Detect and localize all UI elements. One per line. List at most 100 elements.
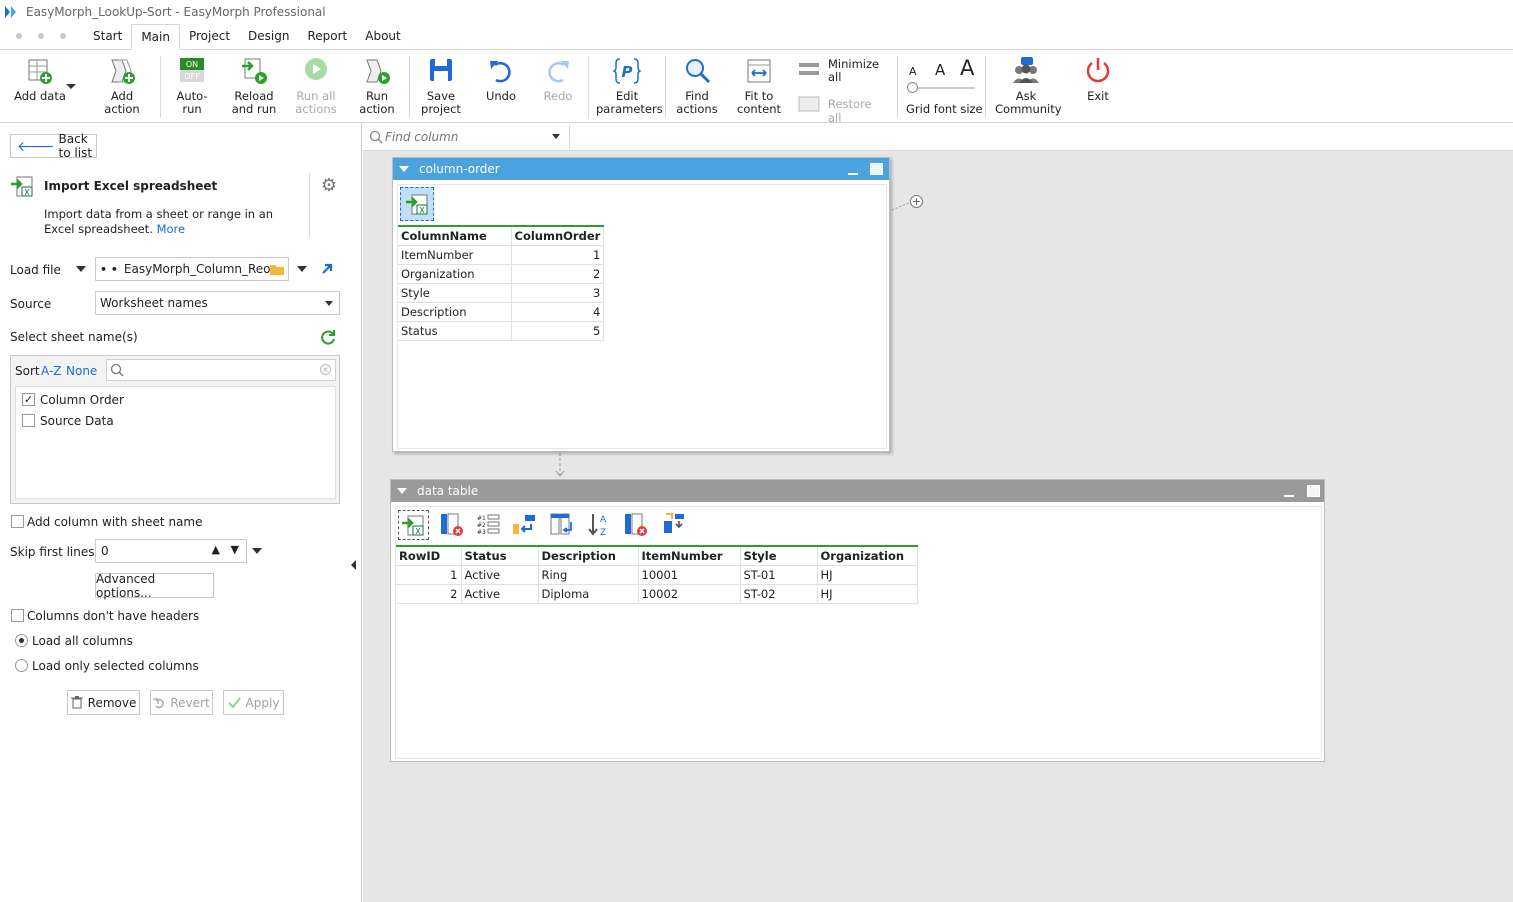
- refresh-icon[interactable]: [319, 328, 337, 346]
- find-actions-button[interactable]: Find actions: [675, 56, 719, 116]
- source-select[interactable]: Worksheet names: [95, 291, 340, 315]
- sheet-checkbox-checked[interactable]: ✓: [22, 393, 35, 406]
- reload-and-run-button[interactable]: Reload and run: [230, 56, 278, 116]
- load-selected-columns-radio[interactable]: [15, 659, 28, 672]
- column-header[interactable]: RowID: [396, 545, 462, 566]
- maximize-icon[interactable]: [1307, 485, 1320, 497]
- sort-az-link[interactable]: A-Z: [41, 364, 62, 378]
- table-row[interactable]: Status 5: [398, 321, 605, 341]
- table-row[interactable]: 2 Active Diploma 10002 ST-02 HJ: [396, 584, 918, 604]
- sort-none-link[interactable]: None: [66, 364, 97, 378]
- remove-button[interactable]: Remove: [67, 690, 140, 715]
- checkmark-icon: [227, 697, 241, 708]
- table-row[interactable]: Style 3: [398, 283, 605, 303]
- table-row[interactable]: Organization 2: [398, 264, 605, 284]
- back-to-list-button[interactable]: 🡐 Back to list: [10, 132, 97, 160]
- column-header[interactable]: Style: [740, 545, 818, 566]
- sort-action-icon[interactable]: A Z: [586, 512, 612, 538]
- exit-button[interactable]: Exit: [1078, 56, 1118, 103]
- remove-columns-action-icon[interactable]: [439, 512, 465, 538]
- table-cell: 1: [396, 565, 462, 585]
- tab-start[interactable]: Start: [84, 24, 131, 49]
- import-excel-action-icon[interactable]: X: [400, 187, 434, 221]
- lookup-action-icon[interactable]: [511, 512, 537, 538]
- arrow-down-icon[interactable]: ▼: [231, 543, 239, 556]
- tab-main[interactable]: Main: [131, 24, 180, 50]
- reorder-columns-action-icon[interactable]: [549, 512, 575, 538]
- grid-font-size-control[interactable]: A A A Grid font size: [905, 56, 983, 118]
- folder-icon[interactable]: [269, 262, 285, 276]
- table-row[interactable]: ItemNumber 1: [398, 245, 605, 265]
- load-file-mode-dropdown-icon[interactable]: [76, 266, 86, 272]
- more-link[interactable]: More: [157, 222, 186, 236]
- fit-to-content-button[interactable]: Fit to content: [737, 56, 781, 116]
- minimize-icon[interactable]: [848, 173, 858, 175]
- load-file-field[interactable]: • • EasyMorph_Column_Reorde: [95, 257, 289, 281]
- column-header[interactable]: ItemNumber: [638, 545, 741, 566]
- tab-report[interactable]: Report: [298, 24, 356, 49]
- advanced-options-button[interactable]: Advanced options...: [95, 572, 214, 600]
- tab-about[interactable]: About: [356, 24, 409, 49]
- revert-button[interactable]: Revert: [150, 690, 213, 715]
- auto-run-button[interactable]: ON OFF Auto- run: [172, 56, 212, 116]
- window-dot-icon[interactable]: [38, 33, 44, 39]
- skip-first-lines-input[interactable]: 0 ▲ ▼: [95, 539, 247, 563]
- table-header[interactable]: column-order: [393, 158, 889, 180]
- run-all-actions-button[interactable]: Run all actions: [294, 56, 338, 116]
- font-large-icon[interactable]: A: [960, 56, 974, 80]
- load-all-columns-radio[interactable]: [15, 634, 28, 647]
- collapse-panel-icon[interactable]: [351, 560, 356, 570]
- column-header[interactable]: ColumnName: [398, 225, 512, 246]
- undo-button[interactable]: Undo: [481, 56, 521, 103]
- no-headers-checkbox[interactable]: [11, 609, 24, 622]
- column-header[interactable]: Organization: [817, 545, 918, 566]
- select-columns-action-icon[interactable]: [661, 511, 687, 537]
- open-file-arrow-icon[interactable]: [320, 262, 334, 276]
- column-header[interactable]: Status: [461, 545, 539, 566]
- collapse-triangle-icon[interactable]: [399, 166, 409, 172]
- list-item[interactable]: Source Data: [20, 412, 320, 430]
- restore-all-button[interactable]: Restore all: [798, 94, 888, 125]
- table-header[interactable]: data table: [391, 480, 1324, 502]
- edit-parameters-button[interactable]: P Edit parameters: [596, 56, 663, 116]
- file-options-dropdown-icon[interactable]: [297, 266, 307, 272]
- import-excel-action-icon[interactable]: X: [398, 510, 429, 540]
- window-dot-icon[interactable]: [16, 33, 22, 39]
- window-dot-icon[interactable]: [60, 33, 66, 39]
- tab-project[interactable]: Project: [180, 24, 239, 49]
- arrow-up-icon[interactable]: ▲: [212, 543, 220, 556]
- column-header[interactable]: Description: [538, 545, 639, 566]
- add-connected-table-icon[interactable]: +: [910, 195, 923, 208]
- minimize-all-button[interactable]: Minimize all: [798, 57, 888, 84]
- add-action-button[interactable]: Add action: [92, 56, 152, 116]
- table-row[interactable]: Description 4: [398, 302, 605, 322]
- skip-options-dropdown-icon[interactable]: [252, 548, 262, 554]
- chevron-down-icon[interactable]: [66, 84, 76, 89]
- table-row[interactable]: 1 Active Ring 10001 ST-01 HJ: [396, 565, 918, 585]
- table-data-table[interactable]: data table X #1 #2 #3 A Z RowID Status D…: [390, 479, 1325, 762]
- ask-community-button[interactable]: Ask Community: [995, 56, 1062, 116]
- add-column-sheet-checkbox[interactable]: [11, 515, 24, 528]
- apply-button[interactable]: Apply: [223, 690, 284, 715]
- font-small-icon[interactable]: A: [909, 65, 917, 78]
- minimize-icon[interactable]: [1284, 495, 1294, 497]
- find-actions-label: Find: [685, 89, 709, 103]
- redo-button[interactable]: Redo: [538, 56, 578, 103]
- save-project-button[interactable]: Save project: [420, 56, 462, 116]
- list-item[interactable]: ✓ Column Order: [20, 391, 320, 409]
- font-size-slider-thumb[interactable]: [907, 82, 918, 93]
- tab-design[interactable]: Design: [239, 24, 298, 49]
- sheet-search-input[interactable]: ×: [106, 359, 336, 381]
- table-column-order[interactable]: column-order X ColumnName ColumnOrder It…: [392, 157, 890, 452]
- clear-search-icon[interactable]: ×: [320, 364, 331, 375]
- gear-icon[interactable]: ⚙: [319, 176, 339, 196]
- run-action-button[interactable]: Run action: [357, 56, 397, 116]
- remove-columns-action-icon[interactable]: [623, 512, 649, 538]
- font-medium-icon[interactable]: A: [935, 61, 945, 79]
- maximize-icon[interactable]: [870, 163, 883, 175]
- sheet-checkbox[interactable]: [22, 414, 35, 427]
- column-header[interactable]: ColumnOrder: [511, 225, 605, 246]
- enumerate-rows-action-icon[interactable]: #1 #2 #3: [476, 512, 502, 538]
- collapse-triangle-icon[interactable]: [397, 488, 407, 494]
- add-data-button[interactable]: Add data: [10, 56, 76, 103]
